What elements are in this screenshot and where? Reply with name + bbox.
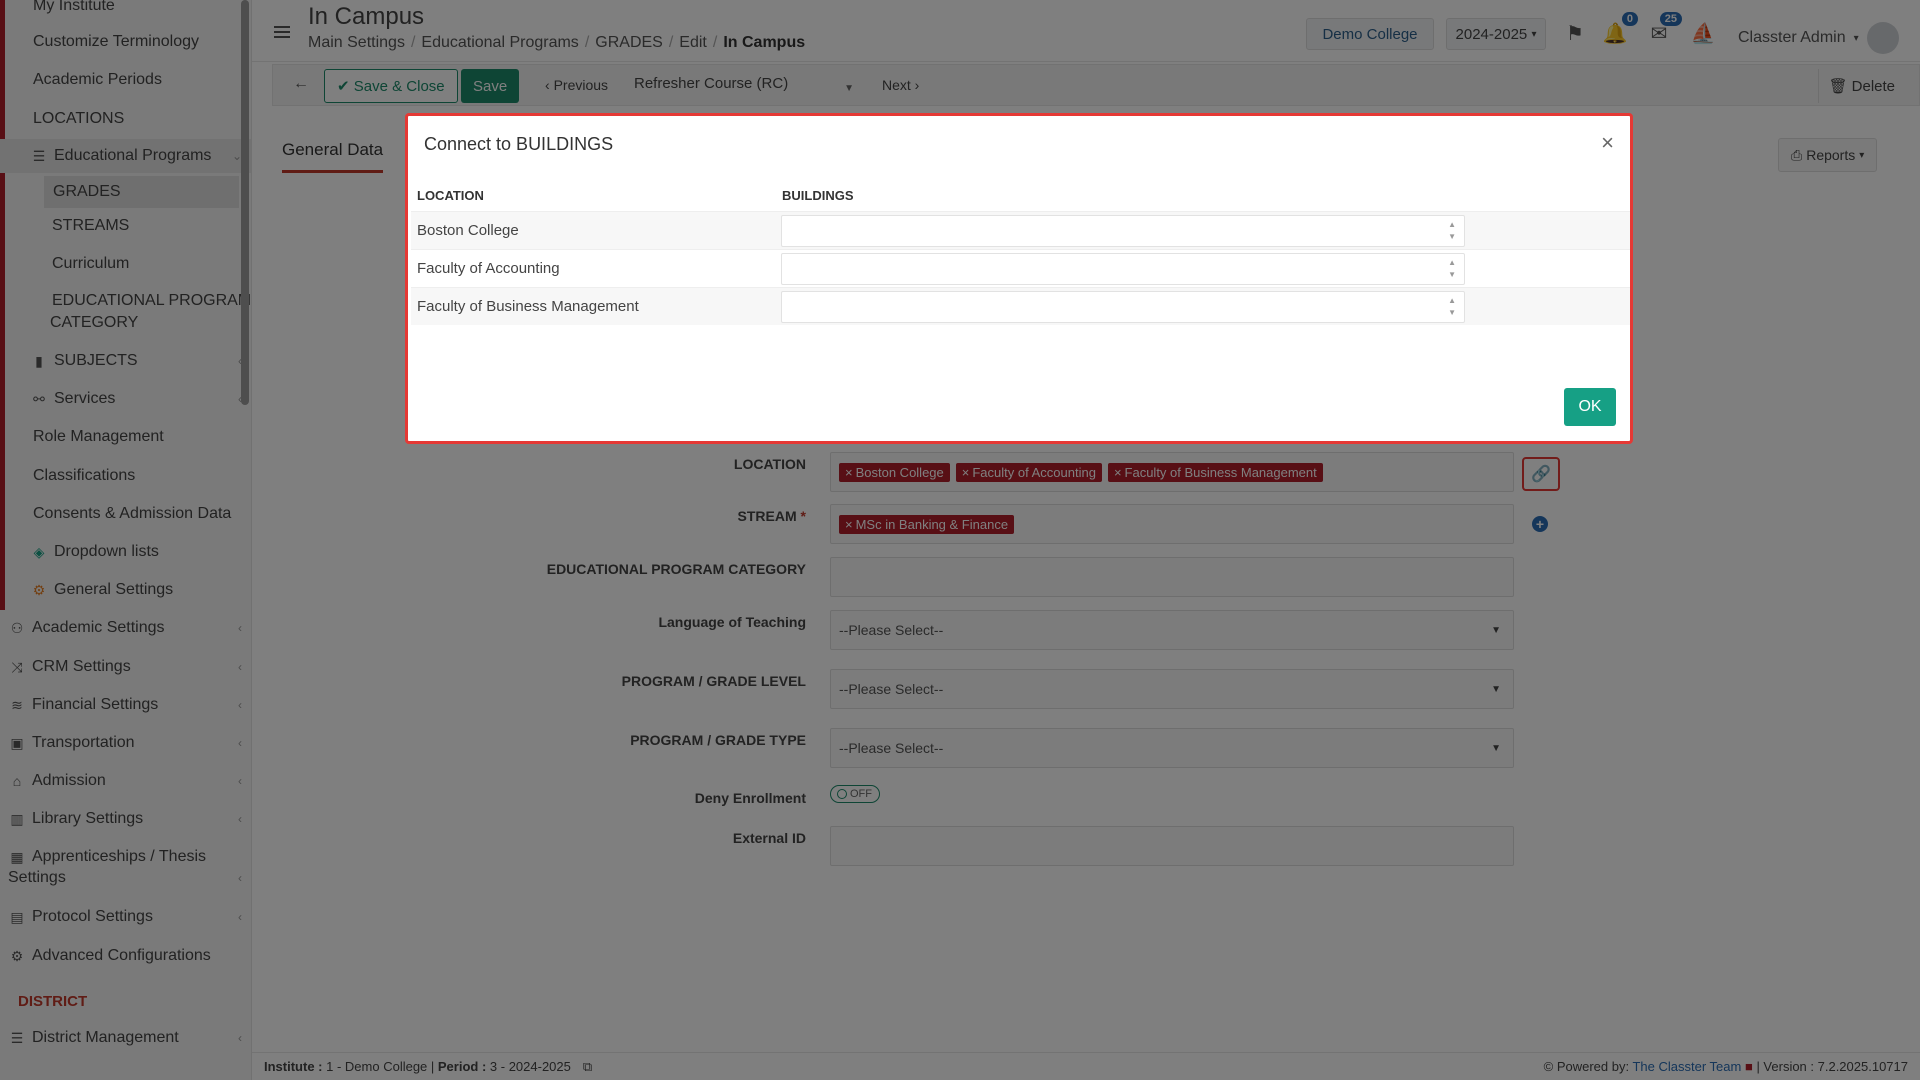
modal-title: Connect to BUILDINGS [424,134,614,154]
buildings-input[interactable]: ▲ ▼ [781,253,1465,285]
spinner-arrows-icon[interactable]: ▲ ▼ [1448,295,1456,319]
spinner-arrows-icon[interactable]: ▲ ▼ [1448,257,1456,281]
column-header-buildings: BUILDINGS [782,188,854,203]
buildings-input[interactable]: ▲ ▼ [781,215,1465,247]
ok-button[interactable]: OK [1564,388,1616,426]
close-icon[interactable]: × [1601,130,1614,156]
row-location: Boston College [417,222,519,239]
column-header-location: LOCATION [417,188,484,203]
spinner-arrows-icon[interactable]: ▲ ▼ [1448,219,1456,243]
table-row: Faculty of Accounting ▲ ▼ [411,249,1630,287]
table-row: Faculty of Business Management ▲ ▼ [411,287,1630,325]
buildings-input[interactable]: ▲ ▼ [781,291,1465,323]
table-row: Boston College ▲ ▼ [411,211,1630,249]
connect-buildings-modal: Connect to BUILDINGS × LOCATION BUILDING… [405,113,1633,444]
row-location: Faculty of Business Management [417,298,639,315]
row-location: Faculty of Accounting [417,260,560,277]
